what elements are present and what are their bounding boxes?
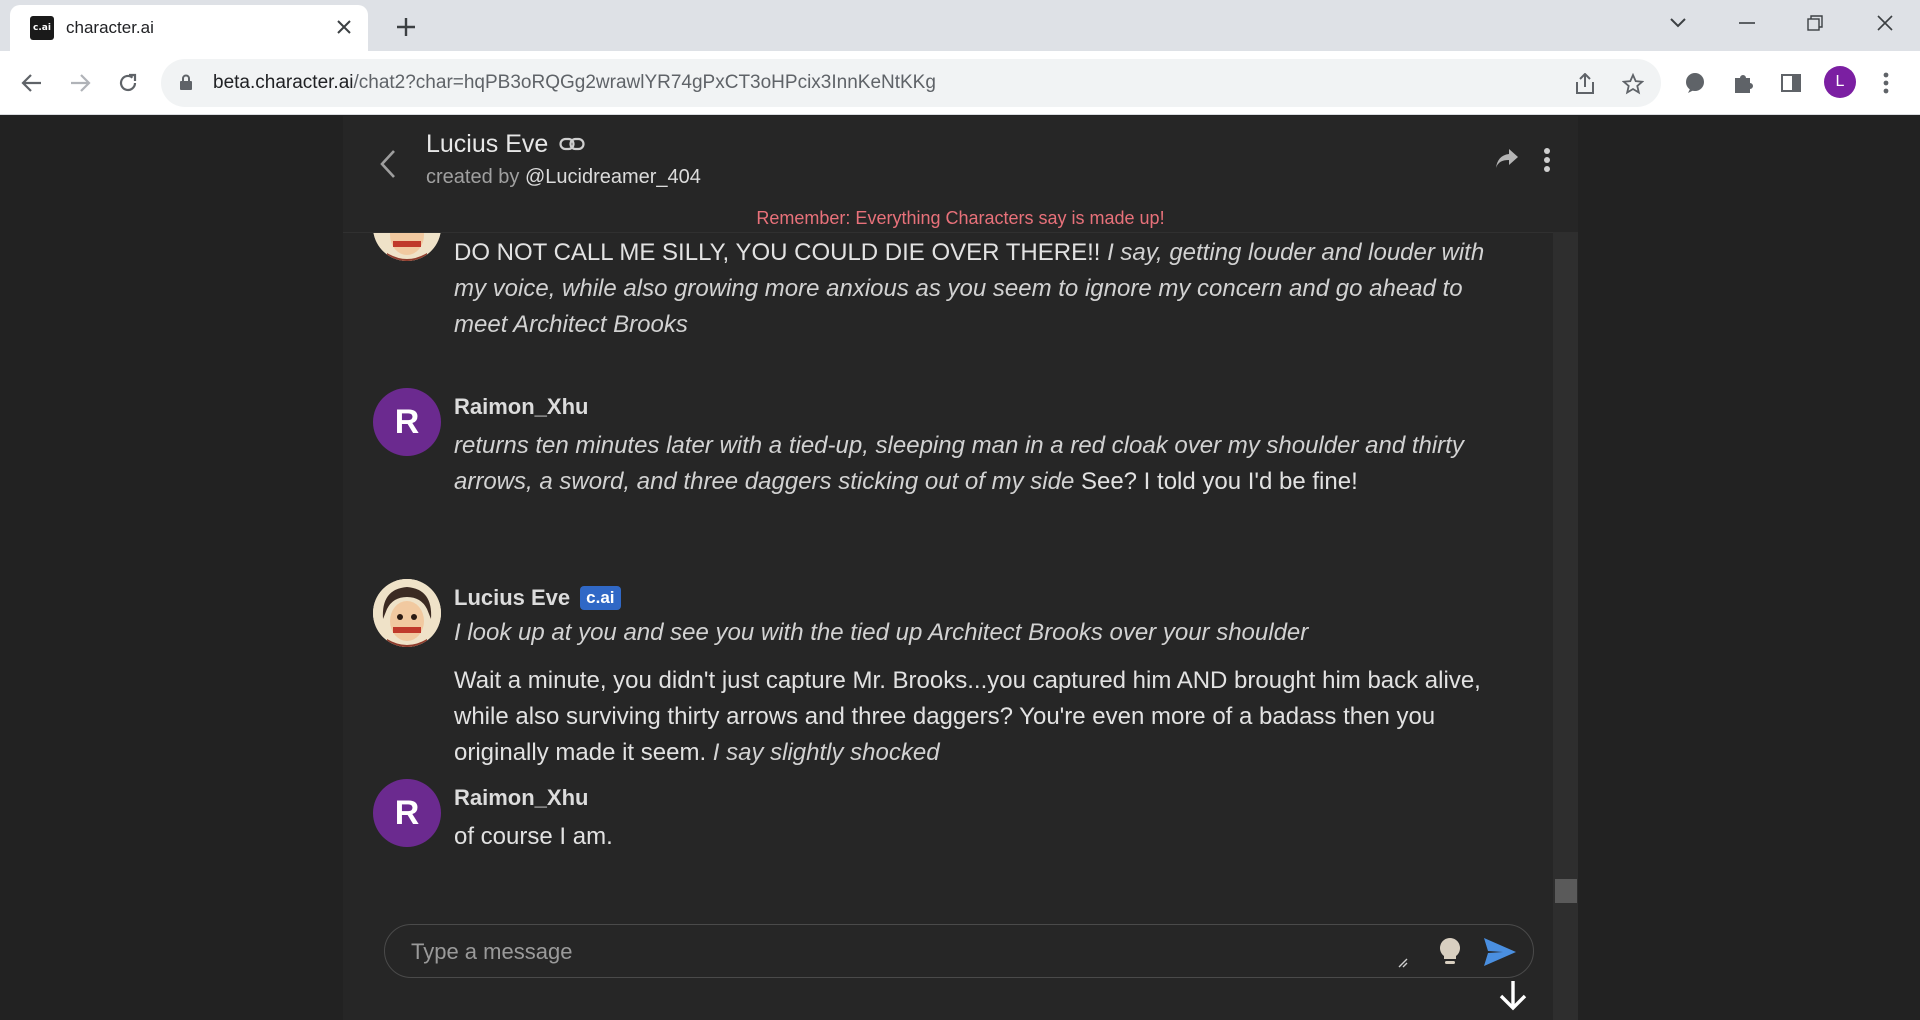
message-plain: See? I told you I'd be fine!	[1074, 468, 1358, 495]
message-sender: Lucius Eve c.ai	[454, 585, 621, 611]
message-composer	[384, 924, 1534, 978]
url-text[interactable]: beta.character.ai/chat2?char=hqPB3oRQGg2…	[213, 72, 936, 94]
user-avatar[interactable]: R	[373, 388, 441, 456]
tab-close-icon[interactable]	[332, 15, 356, 39]
browser-tab[interactable]: c.ai character.ai	[10, 5, 368, 51]
created-by-prefix: created by	[426, 166, 520, 188]
site-favicon-icon: c.ai	[30, 16, 54, 40]
message-text: DO NOT CALL ME SILLY, YOU COULD DIE OVER…	[454, 235, 1514, 343]
character-avatar[interactable]	[373, 579, 441, 647]
message-input[interactable]	[411, 937, 1361, 967]
tab-title: character.ai	[66, 18, 154, 37]
message-text: Wait a minute, you didn't just capture M…	[454, 663, 1514, 771]
back-chevron-icon[interactable]	[373, 144, 403, 184]
address-bar[interactable]: beta.character.ai/chat2?char=hqPB3oRQGg2…	[161, 59, 1661, 107]
restore-button[interactable]	[1795, 8, 1835, 38]
message-action-line: I look up at you and see you with the ti…	[454, 615, 1514, 651]
share-page-icon[interactable]	[1572, 71, 1598, 97]
message-sender: Raimon_Xhu	[454, 394, 589, 419]
tab-search-chevron-icon[interactable]	[1658, 8, 1698, 38]
send-icon[interactable]	[1480, 935, 1520, 969]
created-by: created by @Lucidreamer_404	[426, 166, 701, 189]
browser-menu-icon[interactable]	[1868, 65, 1904, 101]
message-action: I say slightly shocked	[712, 739, 940, 766]
more-options-icon[interactable]	[1543, 148, 1551, 176]
reload-icon[interactable]	[110, 65, 146, 101]
extension-bubble-icon[interactable]	[1677, 65, 1713, 101]
url-host: beta.character.ai	[213, 72, 354, 93]
message-plain: DO NOT CALL ME SILLY, YOU COULD DIE OVER…	[454, 239, 1108, 266]
message-plain: Wait a minute, you didn't just capture M…	[454, 667, 1481, 766]
page-background: Lucius Eve created by @Lucidreamer_404 R…	[0, 116, 1920, 1020]
link-icon[interactable]	[559, 136, 585, 155]
scroll-to-bottom-icon[interactable]	[1491, 973, 1535, 1017]
character-name: Lucius Eve	[426, 130, 549, 158]
bookmark-star-icon[interactable]	[1620, 71, 1646, 97]
profile-avatar[interactable]: L	[1824, 66, 1856, 98]
scrollbar-thumb[interactable]	[1555, 879, 1577, 903]
resize-grip-icon[interactable]	[1398, 957, 1408, 971]
back-arrow-icon[interactable]	[14, 65, 50, 101]
user-avatar[interactable]: R	[373, 779, 441, 847]
browser-toolbar: beta.character.ai/chat2?char=hqPB3oRQGg2…	[0, 51, 1920, 115]
lightbulb-icon[interactable]	[1433, 935, 1467, 969]
lock-icon[interactable]	[179, 74, 193, 95]
share-icon[interactable]	[1495, 148, 1519, 174]
character-avatar[interactable]	[373, 233, 441, 261]
chat-header: Lucius Eve created by @Lucidreamer_404 R…	[343, 116, 1578, 232]
browser-tab-bar: c.ai character.ai	[0, 0, 1920, 51]
url-path: /chat2?char=hqPB3oRQGg2wrawlYR74gPxCT3oH…	[353, 72, 936, 93]
message-text: returns ten minutes later with a tied-up…	[454, 428, 1514, 500]
message-sender-name: Lucius Eve	[454, 585, 571, 610]
close-window-button[interactable]	[1865, 8, 1905, 38]
forward-arrow-icon[interactable]	[62, 65, 98, 101]
side-panel-icon[interactable]	[1773, 65, 1809, 101]
minimize-button[interactable]	[1727, 8, 1767, 38]
disclaimer-notice: Remember: Everything Characters say is m…	[756, 208, 1165, 228]
new-tab-button[interactable]	[390, 11, 422, 43]
message-sender: Raimon_Xhu	[454, 785, 589, 810]
message-text: of course I am.	[454, 823, 613, 850]
extensions-puzzle-icon[interactable]	[1725, 65, 1761, 101]
message-action: I look up at you and see you with the ti…	[454, 619, 1309, 646]
cai-badge: c.ai	[580, 586, 621, 610]
message-list[interactable]: DO NOT CALL ME SILLY, YOU COULD DIE OVER…	[343, 232, 1553, 1020]
chat-panel: Lucius Eve created by @Lucidreamer_404 R…	[343, 116, 1578, 1020]
creator-link[interactable]: @Lucidreamer_404	[525, 166, 701, 188]
